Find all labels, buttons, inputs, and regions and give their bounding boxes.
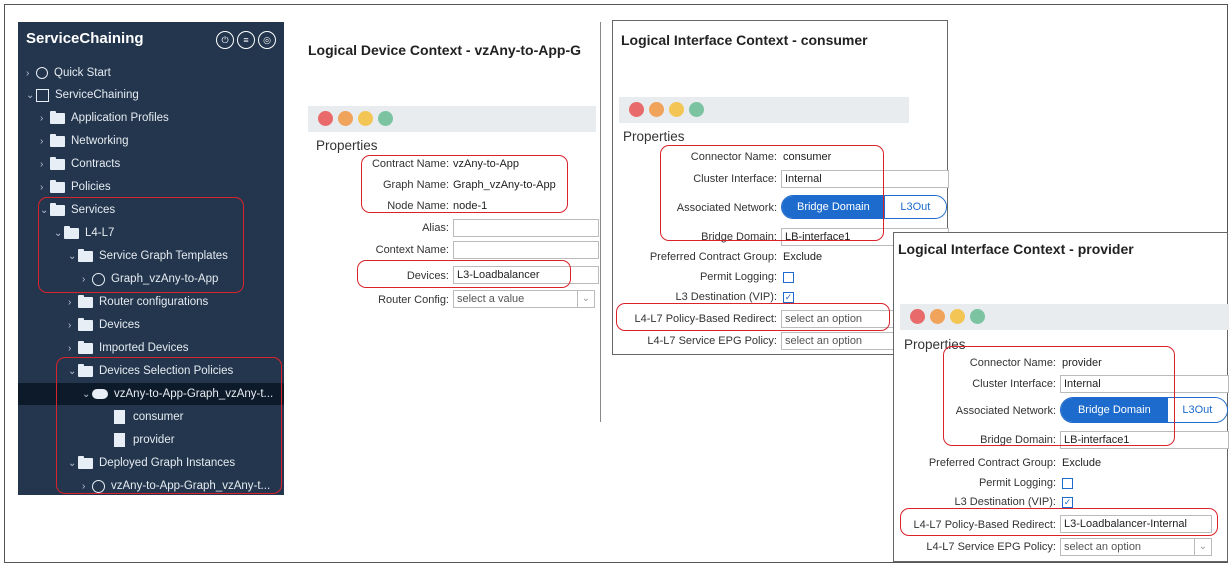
nav-label: Contracts: [71, 158, 121, 170]
highlight-consumer-properties: [660, 145, 884, 241]
folder-icon: [50, 133, 65, 147]
power-icon[interactable]: ⏻: [216, 31, 234, 49]
nav-label: Imported Devices: [99, 342, 189, 354]
properties-heading: Properties: [316, 138, 378, 153]
nav-contracts[interactable]: › Contracts: [40, 153, 120, 175]
context-name-label: Context Name:: [375, 244, 449, 256]
preferred-contract-group-label: Preferred Contract Group:: [649, 251, 777, 263]
warning-fault-icon[interactable]: [378, 111, 393, 126]
major-fault-icon[interactable]: [930, 309, 945, 324]
quick-start-icon: [36, 67, 48, 79]
critical-fault-icon[interactable]: [318, 111, 333, 126]
major-fault-icon[interactable]: [338, 111, 353, 126]
sidebar-title: ServiceChaining: [26, 30, 144, 47]
highlight-provider-pbr: [900, 508, 1218, 536]
l3-destination-label: L3 Destination (VIP):: [675, 291, 778, 303]
nav-tenant[interactable]: ⌄ ServiceChaining: [26, 84, 139, 106]
fault-toolbar: [619, 97, 909, 123]
minor-fault-icon[interactable]: [669, 102, 684, 117]
fault-toolbar: [900, 304, 1229, 330]
critical-fault-icon[interactable]: [629, 102, 644, 117]
l3out-option[interactable]: L3Out: [884, 196, 946, 218]
sidebar-header: ServiceChaining ⏻ ≡ ◎: [18, 22, 284, 60]
alias-label: Alias:: [422, 222, 449, 234]
highlight-device-names: [361, 155, 568, 213]
warning-fault-icon[interactable]: [689, 102, 704, 117]
refresh-icon[interactable]: ◎: [258, 31, 276, 49]
highlight-devices: [357, 260, 571, 288]
panel-title: Logical Interface Context - consumer: [621, 32, 868, 48]
panel-title: Logical Device Context - vzAny-to-App-G: [308, 42, 582, 58]
nav-quick-start[interactable]: › Quick Start: [26, 62, 111, 84]
critical-fault-icon[interactable]: [910, 309, 925, 324]
major-fault-icon[interactable]: [649, 102, 664, 117]
highlight-services: [38, 197, 244, 293]
fault-toolbar: [308, 106, 596, 132]
nav-application-profiles[interactable]: › Application Profiles: [40, 107, 169, 129]
router-config-select[interactable]: select a value: [453, 290, 595, 308]
permit-logging-label: Permit Logging:: [978, 477, 1056, 489]
folder-icon: [50, 179, 65, 193]
highlight-device-selection: [56, 357, 282, 494]
permit-logging-label: Permit Logging:: [699, 271, 777, 283]
minor-fault-icon[interactable]: [358, 111, 373, 126]
sidebar-view-icon[interactable]: ≡: [237, 31, 255, 49]
nav-devices[interactable]: › Devices: [68, 314, 140, 336]
panel-title: Logical Interface Context - provider: [898, 241, 1134, 257]
preferred-contract-group-value: Exclude: [783, 251, 823, 263]
permit-logging-checkbox[interactable]: [1062, 478, 1073, 489]
nav-imported-devices[interactable]: › Imported Devices: [68, 337, 188, 359]
minor-fault-icon[interactable]: [950, 309, 965, 324]
folder-icon: [50, 110, 65, 124]
nav-label: Router configurations: [99, 296, 209, 308]
warning-fault-icon[interactable]: [970, 309, 985, 324]
nav-networking[interactable]: › Networking: [40, 130, 129, 152]
alias-input[interactable]: [453, 219, 599, 237]
router-config-label: Router Config:: [378, 294, 449, 306]
nav-label: Networking: [71, 135, 129, 147]
nav-label: Application Profiles: [71, 112, 169, 124]
nav-label: ServiceChaining: [55, 89, 139, 101]
service-epg-policy-label: L4-L7 Service EPG Policy:: [926, 541, 1056, 553]
highlight-provider-properties: [943, 346, 1175, 446]
nav-label: Policies: [71, 181, 111, 193]
folder-icon: [50, 156, 65, 170]
panel-divider: [600, 22, 601, 422]
nav-router-configurations[interactable]: › Router configurations: [68, 291, 208, 313]
properties-heading: Properties: [623, 129, 685, 144]
service-epg-policy-select[interactable]: select an option: [1060, 538, 1212, 556]
permit-logging-checkbox[interactable]: [783, 272, 794, 283]
service-epg-policy-label: L4-L7 Service EPG Policy:: [647, 335, 777, 347]
l3-destination-checkbox[interactable]: ✓: [783, 292, 794, 303]
folder-icon: [78, 340, 93, 354]
preferred-contract-group-value: Exclude: [1062, 457, 1102, 469]
nav-label: Devices: [99, 319, 140, 331]
l3out-option[interactable]: L3Out: [1167, 398, 1227, 422]
l3-destination-checkbox[interactable]: ✓: [1062, 497, 1073, 508]
highlight-consumer-pbr: [616, 303, 890, 331]
context-name-input[interactable]: [453, 241, 599, 259]
l3-destination-label: L3 Destination (VIP):: [954, 496, 1057, 508]
tenant-icon: [36, 88, 49, 102]
chevron-down-icon[interactable]: ⌄: [1194, 538, 1212, 556]
nav-label: Quick Start: [54, 67, 111, 79]
nav-policies[interactable]: › Policies: [40, 176, 111, 198]
logical-device-context-panel: Logical Device Context - vzAny-to-App-G …: [296, 22, 612, 422]
preferred-contract-group-label: Preferred Contract Group:: [928, 457, 1056, 469]
folder-icon: [78, 317, 93, 331]
folder-icon: [78, 294, 93, 308]
chevron-down-icon[interactable]: ⌄: [577, 290, 595, 308]
